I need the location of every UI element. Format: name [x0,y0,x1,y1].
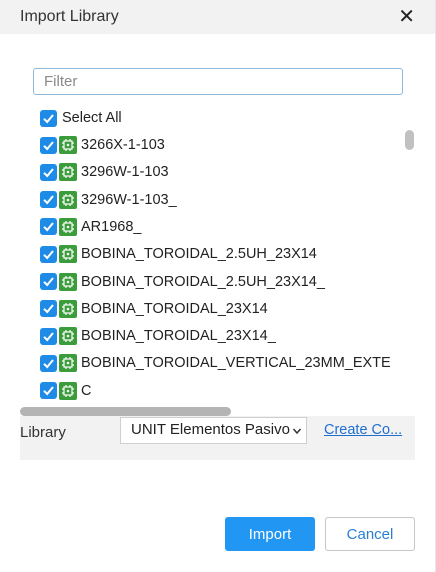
list-item[interactable]: BOBINA_TOROIDAL_23X14 [40,298,268,320]
list-item[interactable]: C [40,380,91,402]
dialog-titlebar: Import Library ✕ [0,0,435,34]
list-item-label: BOBINA_TOROIDAL_23X14 [81,300,268,317]
list-item-label: 3296W-1-103_ [81,191,177,208]
list-item[interactable]: 3266X-1-103 [40,134,165,156]
list-item[interactable]: BOBINA_TOROIDAL_23X14_ [40,325,276,347]
close-icon[interactable]: ✕ [398,5,415,29]
list-item-label: BOBINA_TOROIDAL_2.5UH_23X14 [81,246,317,263]
checkbox-checked-icon[interactable] [40,300,57,318]
chevron-down-icon [292,428,302,435]
select-all-label: Select All [62,110,122,126]
list-item-label: AR1968_ [81,218,142,235]
import-button[interactable]: Import [225,517,315,551]
list-item-label: C [81,382,92,399]
list-item-label: BOBINA_TOROIDAL_VERTICAL_23MM_EXTE [81,355,391,372]
list-item[interactable]: AR1968_ [40,216,141,238]
list-item-label: 3296W-1-103 [81,164,169,181]
dialog-title: Import Library [20,8,119,25]
component-chip-icon [59,163,77,182]
checkbox-checked-icon[interactable] [40,163,57,181]
filter-input[interactable] [33,68,403,95]
checkbox-checked-icon[interactable] [40,218,57,236]
component-chip-icon [59,190,77,209]
create-library-link[interactable]: Create Co... [324,422,402,438]
checkbox-checked-icon[interactable] [40,191,57,209]
component-chip-icon [59,299,77,318]
checkbox-checked-icon[interactable] [40,327,57,345]
checkbox-checked-icon[interactable] [40,382,57,400]
horizontal-scrollbar-thumb[interactable] [20,407,231,416]
select-all-row[interactable]: Select All [40,107,122,129]
library-panel: Library UNIT Elementos Pasivo Create Co.… [20,416,415,460]
list-item-label: BOBINA_TOROIDAL_23X14_ [81,328,276,345]
checkbox-checked-icon[interactable] [40,136,57,154]
component-chip-icon [59,217,77,236]
vertical-scrollbar-thumb[interactable] [405,130,414,150]
list-item[interactable]: BOBINA_TOROIDAL_2.5UH_23X14_ [40,271,325,293]
component-chip-icon [59,272,77,291]
list-item-label: 3266X-1-103 [81,137,165,153]
list-item[interactable]: BOBINA_TOROIDAL_VERTICAL_23MM_EXTE [40,352,391,374]
import-library-dialog: Import Library ✕ Select All 3266X-1-103 3… [0,0,436,572]
checkbox-checked-icon[interactable] [40,354,57,372]
library-label: Library [20,424,66,441]
list-item[interactable]: BOBINA_TOROIDAL_2.5UH_23X14 [40,243,317,265]
cancel-button[interactable]: Cancel [325,517,415,551]
list-item-label: BOBINA_TOROIDAL_2.5UH_23X14_ [81,273,325,290]
list-item[interactable]: 3296W-1-103 [40,161,169,183]
component-chip-icon [59,327,77,346]
checkbox-checked-icon[interactable] [40,109,57,127]
list-item[interactable]: 3296W-1-103_ [40,189,177,211]
component-chip-icon [59,381,77,400]
library-select-value: UNIT Elementos Pasivo [131,421,290,438]
component-chip-icon [59,136,77,154]
checkbox-checked-icon[interactable] [40,273,57,290]
component-chip-icon [59,245,77,264]
library-select[interactable]: UNIT Elementos Pasivo [120,417,307,444]
checkbox-checked-icon[interactable] [40,245,57,263]
component-chip-icon [59,354,77,373]
library-item-list[interactable]: Select All 3266X-1-103 3296W-1-103 3296W-1… [20,104,416,416]
